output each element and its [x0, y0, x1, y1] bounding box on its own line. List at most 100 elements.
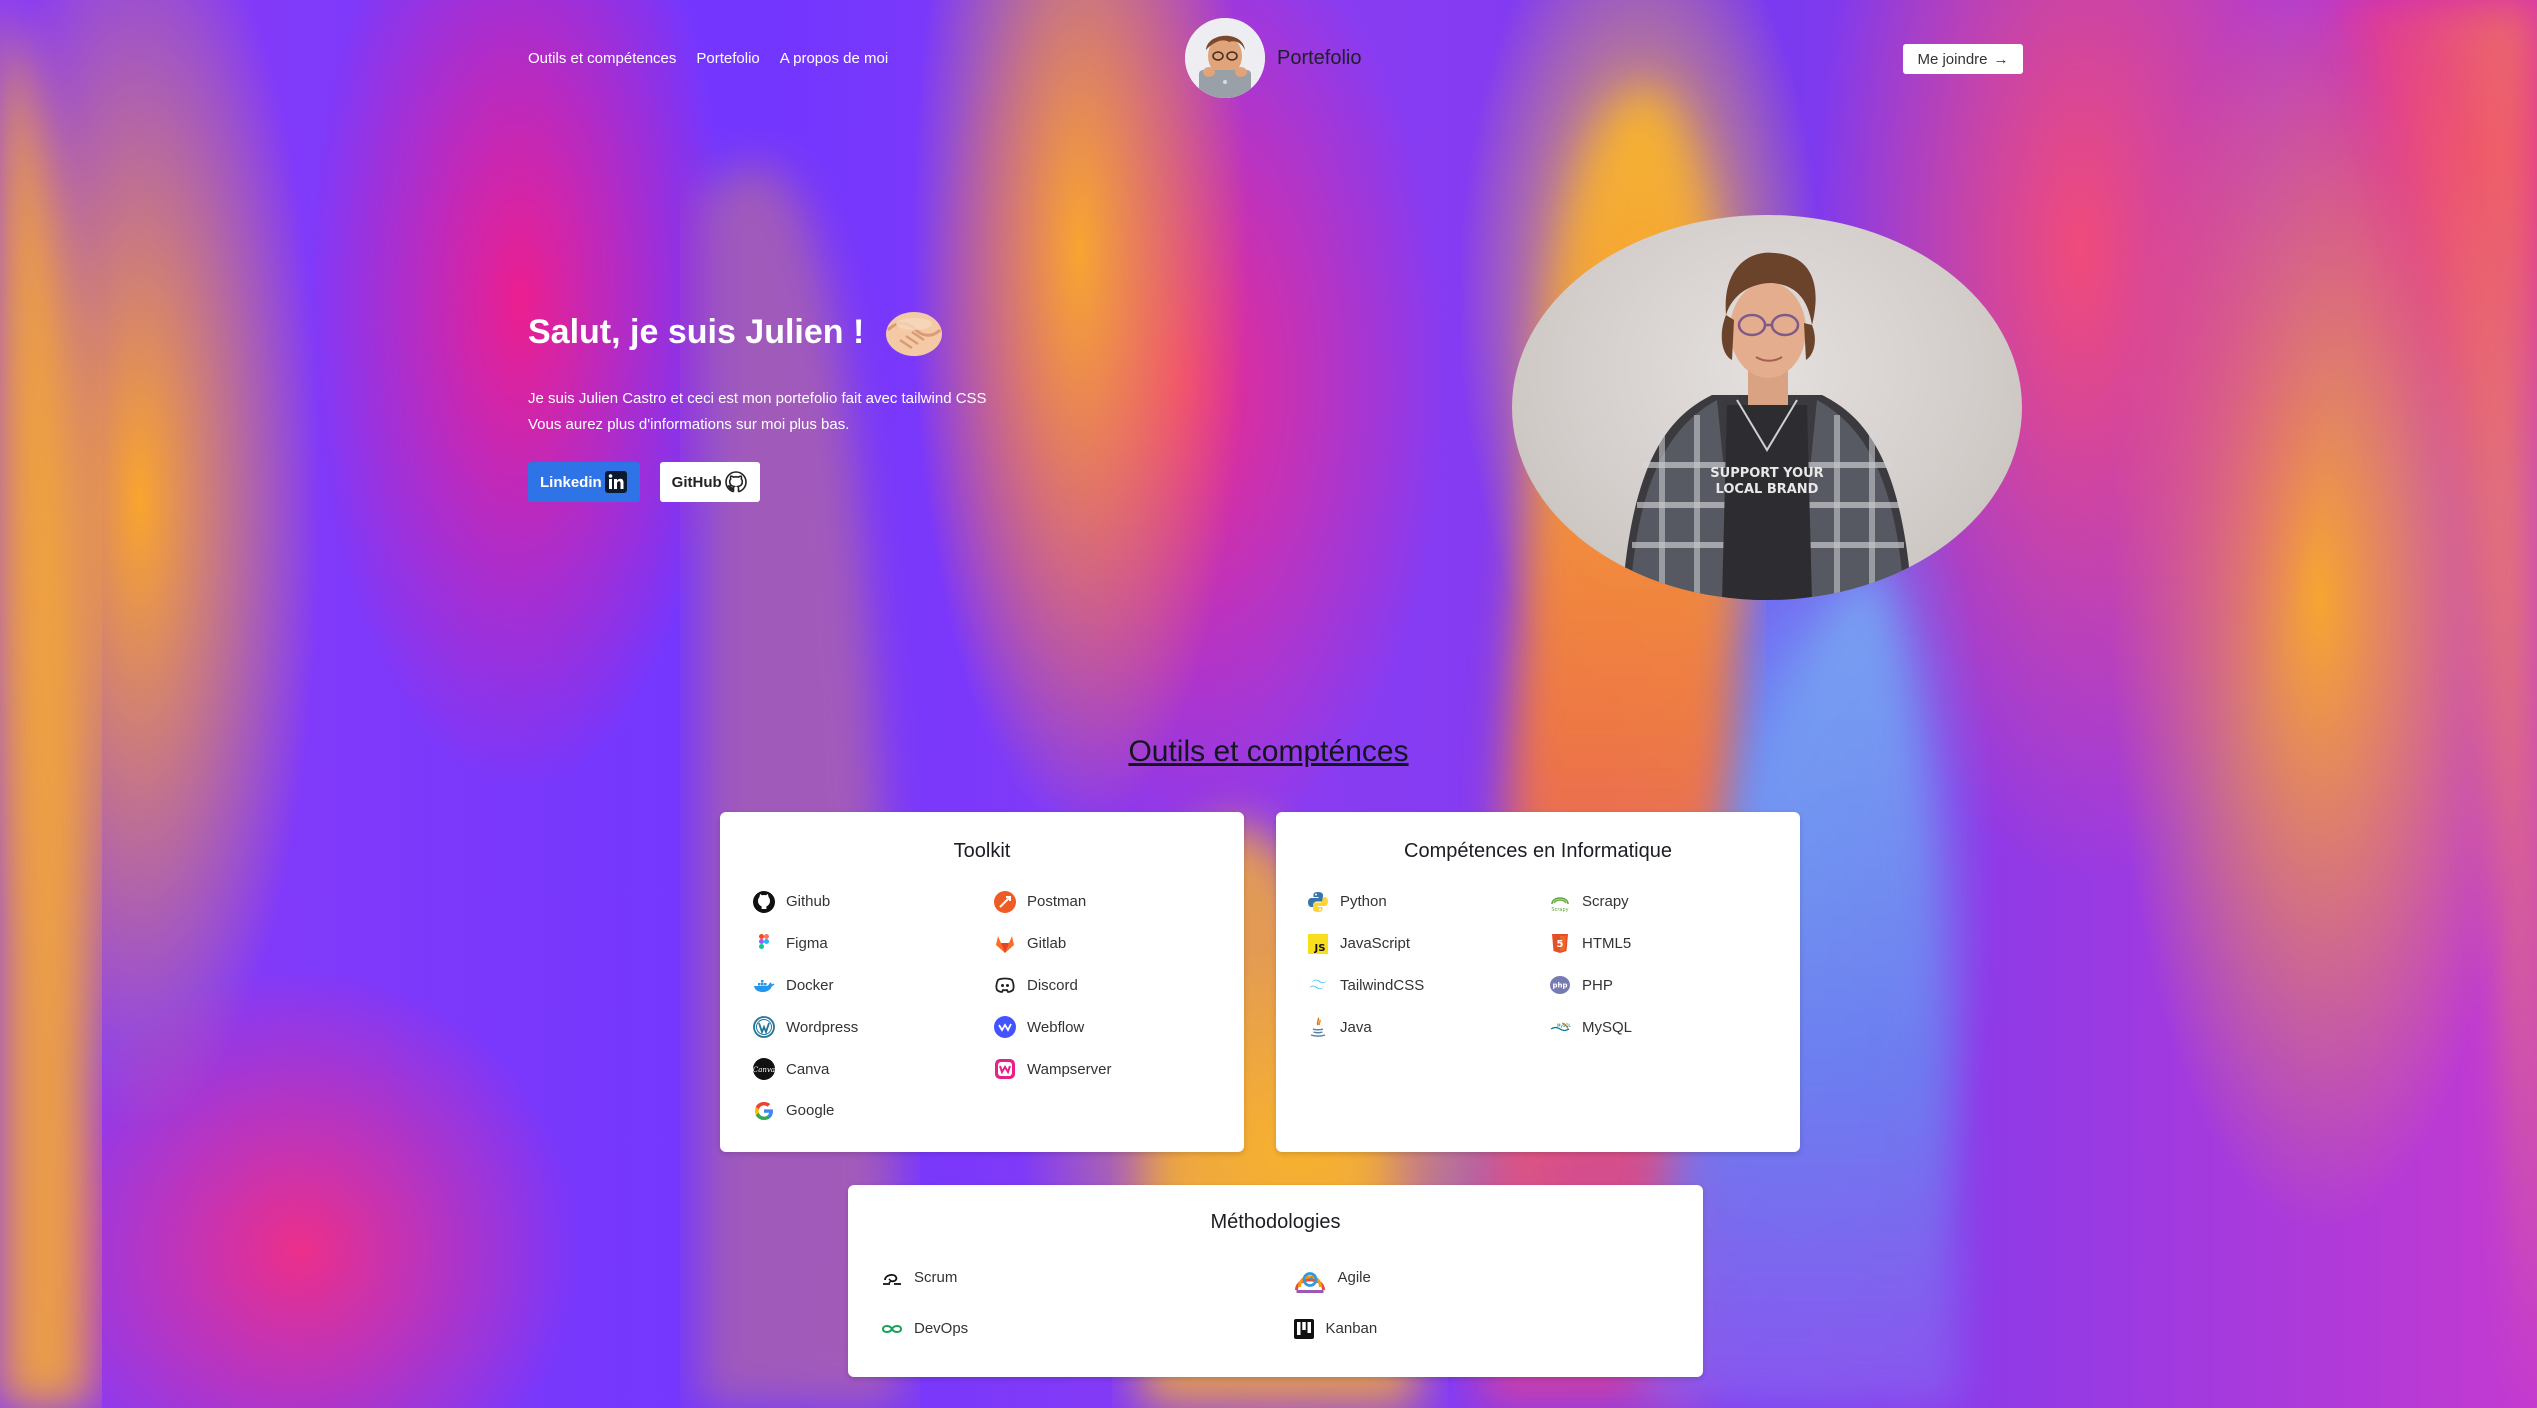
- tshirt-text-2: LOCAL BRAND: [1716, 482, 1819, 497]
- informatique-label-java: Java: [1340, 1018, 1372, 1036]
- google-icon: [755, 1101, 773, 1120]
- methodologies-card: Méthodologies Scrum Agile DevOps Kanban: [848, 1185, 1703, 1377]
- tshirt-text-1: SUPPORT YOUR: [1710, 466, 1823, 481]
- tailwindcss-icon: [1309, 980, 1327, 990]
- profile-photo: SUPPORT YOUR LOCAL BRAND: [1512, 215, 2022, 600]
- svg-text:MySQL: MySQL: [1557, 1023, 1572, 1028]
- methodologies-label-scrum: Scrum: [914, 1269, 958, 1286]
- scrum-icon: [883, 1273, 901, 1285]
- toolkit-label-github: Github: [786, 893, 831, 911]
- wordpress-icon: [753, 1016, 775, 1039]
- informatique-item-mysql: MySQL MySQL: [1548, 1006, 1770, 1048]
- toolkit-list: Github Postman Figma Gitlab Docker Disco…: [720, 863, 1244, 1132]
- github-button[interactable]: GitHub: [659, 462, 760, 502]
- github-icon: [753, 890, 775, 913]
- methodologies-label-devops: DevOps: [914, 1320, 969, 1337]
- linkedin-label: Linkedin: [540, 473, 602, 491]
- hero-description: Je suis Julien Castro et ceci est mon po…: [528, 386, 1128, 438]
- informatique-label-mysql: MySQL: [1582, 1018, 1633, 1036]
- discord-icon: [995, 978, 1015, 994]
- memoji-icon: [1185, 18, 1265, 98]
- mysql-icon: MySQL: [1550, 1022, 1572, 1032]
- toolkit-item-webflow: Webflow: [993, 1006, 1214, 1048]
- informatique-item-scrapy: Scrapy Scrapy: [1548, 881, 1770, 923]
- toolkit-item-google: Google: [752, 1090, 973, 1132]
- toolkit-item-gitlab: Gitlab: [993, 923, 1214, 965]
- svg-text:php: php: [1552, 982, 1567, 990]
- javascript-icon: JS: [1308, 933, 1328, 954]
- arrow-right-icon: →: [1993, 50, 2009, 68]
- hero-heading: Salut, je suis Julien !: [528, 300, 1128, 364]
- handshake-icon: [886, 312, 943, 356]
- informatique-card: Compétences en Informatique Python Scrap…: [1276, 812, 1800, 1152]
- toolkit-label-figma: Figma: [786, 935, 828, 953]
- webflow-icon: [994, 1016, 1016, 1039]
- docker-icon: [754, 980, 775, 993]
- nav-link-portfolio[interactable]: Portefolio: [696, 50, 759, 67]
- wampserver-icon: [995, 1059, 1015, 1080]
- hero-line-1: Je suis Julien Castro et ceci est mon po…: [528, 390, 987, 407]
- toolkit-label-wordpress: Wordpress: [786, 1018, 859, 1036]
- toolkit-item-canva: Canva Canva: [752, 1048, 973, 1090]
- informatique-item-java: Java: [1306, 1006, 1528, 1048]
- informatique-list: Python Scrapy Scrapy JS JavaScript 5 HTM…: [1276, 863, 1800, 1048]
- methodologies-title: Méthodologies: [1210, 1211, 1341, 1233]
- hero-buttons: Linkedin GitHub: [528, 462, 1128, 502]
- postman-icon: [994, 890, 1016, 913]
- nav-link-about[interactable]: A propos de moi: [780, 50, 888, 67]
- informatique-label-html5: HTML5: [1582, 935, 1632, 953]
- toolkit-card: Toolkit Github Postman Figma Gitlab Dock…: [720, 812, 1244, 1152]
- informatique-title: Compétences en Informatique: [1404, 840, 1672, 862]
- informatique-label-python: Python: [1340, 893, 1387, 911]
- methodologies-item-scrum: Scrum: [880, 1252, 1277, 1303]
- hero-title: Salut, je suis Julien !: [528, 312, 865, 351]
- canva-icon: Canva: [753, 1058, 775, 1081]
- top-navbar: Outils et compétences Portefolio A propo…: [0, 0, 2537, 120]
- informatique-label-php: PHP: [1582, 976, 1613, 994]
- toolkit-label-google: Google: [786, 1102, 835, 1120]
- toolkit-label-webflow: Webflow: [1027, 1018, 1085, 1036]
- nav-links: Outils et compétences Portefolio A propo…: [528, 50, 888, 67]
- hero-section: Salut, je suis Julien ! Je suis Julien C…: [528, 300, 1128, 502]
- section-title-skills: Outils et compténces: [1128, 735, 1409, 768]
- toolkit-label-postman: Postman: [1027, 893, 1087, 911]
- hero-line-2: Vous aurez plus d'informations sur moi p…: [528, 416, 850, 433]
- toolkit-title: Toolkit: [953, 840, 1011, 862]
- github-outline-icon: [724, 471, 747, 493]
- agile-icon: [1294, 1271, 1325, 1293]
- contact-button-label: Me joindre: [1917, 50, 1988, 68]
- informatique-item-html5: 5 HTML5: [1548, 923, 1770, 965]
- methodologies-label-agile: Agile: [1337, 1269, 1371, 1286]
- html5-icon: 5: [1552, 933, 1568, 953]
- informatique-label-javascript: JavaScript: [1340, 935, 1411, 953]
- brand-name: Portefolio: [1277, 46, 1362, 69]
- python-icon: [1308, 891, 1328, 912]
- github-label: GitHub: [671, 473, 722, 491]
- svg-text:5: 5: [1557, 939, 1564, 950]
- toolkit-item-github: Github: [752, 881, 973, 923]
- brand-logo[interactable]: Portefolio: [1185, 18, 1362, 98]
- linkedin-icon: [604, 471, 627, 493]
- svg-text:Canva: Canva: [753, 1066, 775, 1074]
- toolkit-item-wordpress: Wordpress: [752, 1006, 973, 1048]
- contact-button[interactable]: Me joindre →: [1903, 44, 2023, 74]
- person-portrait: SUPPORT YOUR LOCAL BRAND: [1622, 252, 1912, 600]
- informatique-label-scrapy: Scrapy: [1582, 893, 1629, 911]
- methodologies-item-devops: DevOps: [880, 1303, 1277, 1354]
- scrapy-icon: Scrapy: [1551, 897, 1569, 913]
- svg-text:JS: JS: [1314, 943, 1326, 954]
- toolkit-item-figma: Figma: [752, 923, 973, 965]
- methodologies-item-kanban: Kanban: [1277, 1303, 1674, 1354]
- methodologies-item-agile: Agile: [1277, 1252, 1674, 1303]
- php-icon: php: [1550, 976, 1570, 995]
- memoji-avatar: [1185, 18, 1265, 98]
- nav-link-skills[interactable]: Outils et compétences: [528, 50, 676, 67]
- informatique-item-javascript: JS JavaScript: [1306, 923, 1528, 965]
- toolkit-label-wampserver: Wampserver: [1027, 1060, 1112, 1078]
- toolkit-label-canva: Canva: [786, 1060, 830, 1078]
- toolkit-label-discord: Discord: [1027, 976, 1078, 994]
- devops-icon: [881, 1324, 903, 1333]
- informatique-item-python: Python: [1306, 881, 1528, 923]
- linkedin-button[interactable]: Linkedin: [528, 462, 640, 502]
- toolkit-item-wampserver: Wampserver: [993, 1048, 1214, 1090]
